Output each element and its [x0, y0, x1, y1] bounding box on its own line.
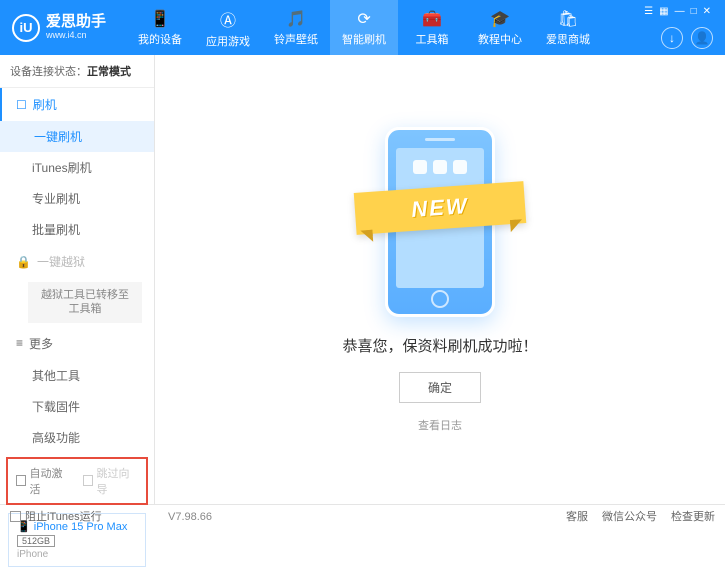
checkbox-icon — [10, 511, 21, 522]
sidebar-item-专业刷机[interactable]: 专业刷机 — [0, 183, 154, 214]
nav-icon: 🎵 — [286, 9, 306, 29]
nav-icon: 🛍 — [558, 9, 578, 29]
nav-label: 爱思商城 — [546, 31, 590, 47]
checkbox-icon — [83, 475, 93, 486]
auto-activate-checkbox[interactable]: 自动激活 — [16, 465, 71, 497]
checkbox-icon — [16, 475, 26, 486]
footer-link-客服[interactable]: 客服 — [566, 508, 588, 524]
jailbreak-moved-note: 越狱工具已转移至工具箱 — [28, 282, 142, 323]
nav-label: 应用游戏 — [206, 33, 250, 49]
sidebar-section-flash[interactable]: ☐ 刷机 — [0, 88, 154, 121]
footer-link-微信公众号[interactable]: 微信公众号 — [602, 508, 657, 524]
nav-label: 智能刷机 — [342, 31, 386, 47]
sidebar-item-iTunes刷机[interactable]: iTunes刷机 — [0, 152, 154, 183]
success-message: 恭喜您，保资料刷机成功啦！ — [342, 335, 537, 356]
close-icon[interactable]: ✕ — [703, 6, 711, 17]
nav-爱思商城[interactable]: 🛍 爱思商城 — [534, 0, 602, 55]
nav-智能刷机[interactable]: ⟳ 智能刷机 — [330, 0, 398, 55]
nav-icon: 🧰 — [422, 9, 442, 29]
nav-icon: 📱 — [150, 9, 170, 29]
sidebar-section-jailbreak: 🔒 一键越狱 — [0, 245, 154, 278]
nav-工具箱[interactable]: 🧰 工具箱 — [398, 0, 466, 55]
header: iU 爱思助手 www.i4.cn 📱 我的设备 Ⓐ 应用游戏 🎵 铃声壁纸 ⟳ 智能刷机 🧰 工… — [0, 0, 725, 55]
sidebar-section-more[interactable]: ≡ 更多 — [0, 327, 154, 360]
sidebar-item-其他工具[interactable]: 其他工具 — [0, 360, 154, 391]
device-type: iPhone — [17, 549, 137, 560]
app-title: 爱思助手 — [46, 14, 106, 31]
nav-铃声壁纸[interactable]: 🎵 铃声壁纸 — [262, 0, 330, 55]
menu-icon[interactable]: ☰ — [644, 6, 653, 17]
new-ribbon: NEW — [354, 181, 527, 235]
nav-应用游戏[interactable]: Ⓐ 应用游戏 — [194, 0, 262, 55]
nav-我的设备[interactable]: 📱 我的设备 — [126, 0, 194, 55]
logo-icon: iU — [12, 14, 40, 42]
nav-label: 铃声壁纸 — [274, 31, 318, 47]
nav-icon: ⟳ — [357, 9, 370, 29]
success-illustration: NEW — [385, 127, 495, 317]
sidebar-item-下载固件[interactable]: 下载固件 — [0, 391, 154, 422]
sidebar-item-批量刷机[interactable]: 批量刷机 — [0, 214, 154, 245]
grid-icon[interactable]: ▦ — [659, 6, 668, 17]
version-label: V7.98.66 — [168, 511, 212, 523]
list-icon: ≡ — [16, 336, 23, 350]
block-itunes-checkbox[interactable]: 阻止iTunes运行 — [10, 508, 102, 524]
nav-教程中心[interactable]: 🎓 教程中心 — [466, 0, 534, 55]
footer-link-检查更新[interactable]: 检查更新 — [671, 508, 715, 524]
user-button[interactable]: 👤 — [691, 27, 713, 49]
minimize-icon[interactable]: — — [675, 6, 685, 17]
storage-badge: 512GB — [17, 535, 55, 547]
view-log-link[interactable]: 查看日志 — [418, 417, 462, 433]
window-controls: ☰ ▦ — □ ✕ — [644, 6, 717, 17]
lock-icon: 🔒 — [16, 255, 31, 269]
logo: iU 爱思助手 www.i4.cn — [0, 14, 118, 42]
ok-button[interactable]: 确定 — [399, 372, 481, 403]
options-highlight-box: 自动激活 跳过向导 — [6, 457, 148, 505]
sidebar-item-高级功能[interactable]: 高级功能 — [0, 422, 154, 453]
nav-icon: Ⓐ — [220, 7, 236, 31]
nav-label: 工具箱 — [416, 31, 449, 47]
maximize-icon[interactable]: □ — [691, 6, 697, 17]
skip-guide-checkbox[interactable]: 跳过向导 — [83, 465, 138, 497]
nav-label: 教程中心 — [478, 31, 522, 47]
sidebar-item-一键刷机[interactable]: 一键刷机 — [0, 121, 154, 152]
top-nav: 📱 我的设备 Ⓐ 应用游戏 🎵 铃声壁纸 ⟳ 智能刷机 🧰 工具箱 🎓 教程中心 🛍 爱思商城 — [126, 0, 602, 55]
nav-icon: 🎓 — [490, 9, 510, 29]
sidebar: 设备连接状态：正常模式 ☐ 刷机 一键刷机iTunes刷机专业刷机批量刷机 🔒 … — [0, 55, 155, 504]
nav-label: 我的设备 — [138, 31, 182, 47]
device-status: 设备连接状态：正常模式 — [0, 55, 154, 88]
download-button[interactable]: ↓ — [661, 27, 683, 49]
square-icon: ☐ — [16, 98, 27, 112]
app-url: www.i4.cn — [46, 31, 106, 41]
main-content: NEW 恭喜您，保资料刷机成功啦！ 确定 查看日志 — [155, 55, 725, 504]
